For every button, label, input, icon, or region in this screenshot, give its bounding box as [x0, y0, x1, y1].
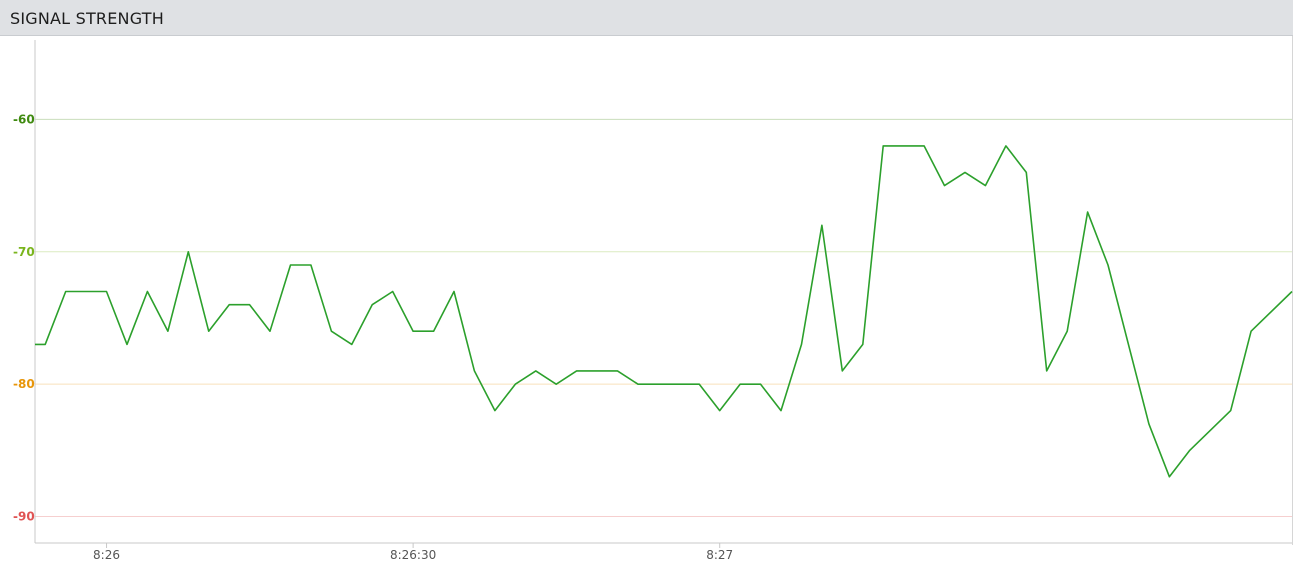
data-point [617, 370, 619, 372]
data-point [392, 291, 394, 293]
data-point [821, 225, 823, 227]
data-point [228, 304, 230, 306]
data-point [208, 330, 210, 332]
data-point [658, 383, 660, 385]
data-point [842, 370, 844, 372]
data-point [596, 370, 598, 372]
data-point [351, 344, 353, 346]
data-point [637, 383, 639, 385]
data-point [1025, 172, 1027, 174]
data-point [269, 330, 271, 332]
data-point [1250, 330, 1252, 332]
data-point [964, 172, 966, 174]
data-point [331, 330, 333, 332]
data-point [167, 330, 169, 332]
y-tick-label: -70 [13, 245, 35, 259]
y-tick-label: -90 [13, 510, 35, 524]
data-point [698, 383, 700, 385]
signal-strength-panel: SIGNAL STRENGTH -60 -70 -80 -90 8:26 8:26:30 8… [0, 0, 1293, 567]
data-point [126, 344, 128, 346]
data-point [65, 291, 67, 293]
y-tick-label: -80 [13, 377, 35, 391]
signal-series-line [35, 145, 1293, 478]
data-point [1169, 476, 1171, 478]
data-point [760, 383, 762, 385]
data-point [801, 344, 803, 346]
data-point [576, 370, 578, 372]
data-point [1087, 211, 1089, 213]
data-point [515, 383, 517, 385]
data-point [453, 291, 455, 293]
data-point [1066, 330, 1068, 332]
data-point [494, 410, 496, 412]
data-point [780, 410, 782, 412]
data-point [1148, 423, 1150, 425]
data-point [719, 410, 721, 412]
data-point [1046, 370, 1048, 372]
data-point [310, 264, 312, 266]
data-point [412, 330, 414, 332]
data-point [535, 370, 537, 372]
data-point [106, 291, 108, 293]
data-point [44, 344, 46, 346]
data-point [290, 264, 292, 266]
data-point [147, 291, 149, 293]
data-point [923, 145, 925, 147]
data-point [34, 344, 36, 346]
data-point [903, 145, 905, 147]
data-point [985, 185, 987, 187]
signal-strength-chart: -60 -70 -80 -90 8:26 8:26:30 8:27 [13, 40, 1293, 562]
x-tick-label: 8:27 [706, 548, 733, 562]
data-point [371, 304, 373, 306]
data-point [944, 185, 946, 187]
data-point [85, 291, 87, 293]
data-point [1107, 264, 1109, 266]
data-point [882, 145, 884, 147]
data-point [555, 383, 557, 385]
data-point [187, 251, 189, 253]
data-point [678, 383, 680, 385]
x-tick-label: 8:26 [93, 548, 120, 562]
data-point [862, 344, 864, 346]
data-point [1189, 450, 1191, 452]
data-point [433, 330, 435, 332]
y-tick-label: -60 [13, 112, 35, 126]
data-point [249, 304, 251, 306]
x-tick-label: 8:26:30 [390, 548, 436, 562]
data-point [1230, 410, 1232, 412]
data-point [1005, 145, 1007, 147]
data-point [474, 370, 476, 372]
data-point [739, 383, 741, 385]
